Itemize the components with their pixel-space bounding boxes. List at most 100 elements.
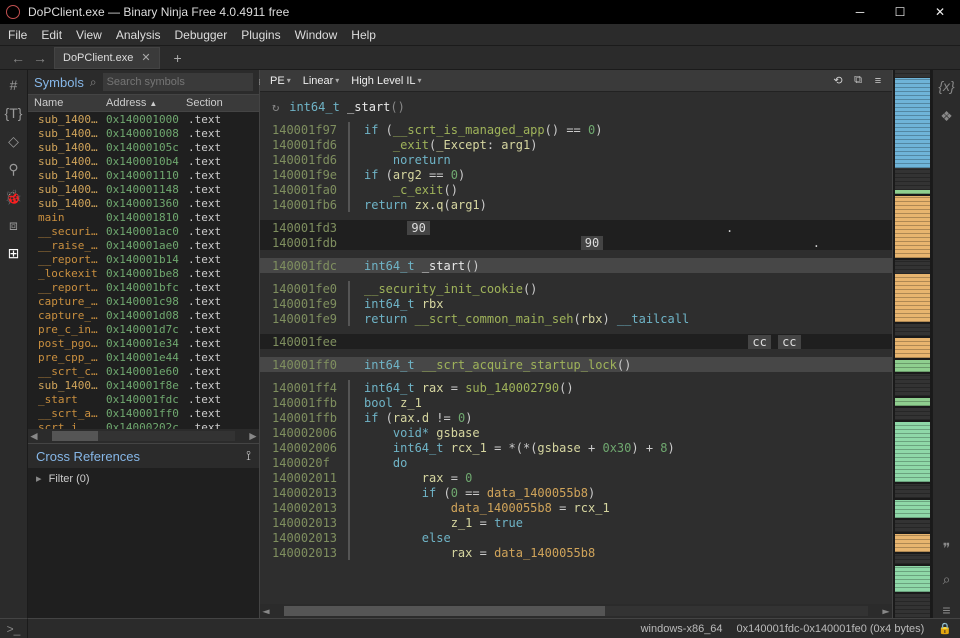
col-name-header[interactable]: Name — [28, 97, 100, 109]
symbol-row[interactable]: _lockexit0x140001be8.text — [28, 266, 259, 280]
symbol-row[interactable]: sub_1400…0x140001000.text — [28, 112, 259, 126]
symbol-row[interactable]: sub_1400…0x14000105c.text — [28, 140, 259, 154]
minimap[interactable] — [892, 70, 932, 618]
menu-window[interactable]: Window — [295, 28, 338, 42]
code-line[interactable]: 140002013 else — [260, 530, 892, 545]
split-icon[interactable]: ⧉ — [850, 74, 866, 87]
xref-filter[interactable]: Filter (0) — [49, 473, 90, 485]
symbol-row[interactable]: main0x140001810.text — [28, 210, 259, 224]
nav-forward-button[interactable]: → — [32, 50, 48, 66]
menu-icon[interactable]: ≡ — [870, 75, 886, 87]
code-line[interactable]: 140002013 data_1400055b8 = rcx_1 — [260, 500, 892, 515]
menu-view[interactable]: View — [76, 28, 102, 42]
quote-icon[interactable]: ❞ — [938, 540, 956, 557]
search-icon: ⌕ — [90, 75, 97, 90]
code-line[interactable]: 140001fb6return zx.q(arg1) — [260, 197, 892, 212]
code-line[interactable]: 140001ffbbool z_1 — [260, 395, 892, 410]
code-line[interactable]: 140001fdcint64_t _start() — [260, 258, 892, 273]
code-line[interactable]: 140002011 rax = 0 — [260, 470, 892, 485]
symbol-row[interactable]: post_pgo…0x140001e34.text — [28, 336, 259, 350]
menu-debugger[interactable]: Debugger — [175, 28, 228, 42]
code-hscroll[interactable]: ◄► — [260, 604, 892, 618]
code-line[interactable]: 140001f9eif (arg2 == 0) — [260, 167, 892, 182]
code-line[interactable]: 140001fee cc cc .. — [260, 334, 892, 349]
symbol-row[interactable]: sub_1400…0x140001360.text — [28, 196, 259, 210]
pin-icon[interactable]: ⟟ — [246, 448, 251, 464]
symbol-row[interactable]: __securi…0x140001ac0.text — [28, 224, 259, 238]
symbol-row[interactable]: scrt i…0x14000202c.text — [28, 420, 259, 429]
link-icon[interactable]: ⟲ — [830, 74, 846, 87]
code-line[interactable]: 140001f97if (__scrt_is_managed_app() == … — [260, 122, 892, 137]
symbol-row[interactable]: capture_…0x140001d08.text — [28, 308, 259, 322]
symbol-row[interactable]: pre_cpp_…0x140001e44.text — [28, 350, 259, 364]
symbols-hscroll[interactable]: ◄► — [28, 429, 259, 443]
code-line[interactable]: 140001ffbif (rax.d != 0) — [260, 410, 892, 425]
code-line[interactable]: 140002013 z_1 = true — [260, 515, 892, 530]
graph-icon[interactable]: ⊞ — [5, 244, 23, 262]
stack-icon[interactable]: ⧈ — [5, 216, 23, 234]
code-line[interactable]: 140001fe9return __scrt_common_main_seh(r… — [260, 311, 892, 326]
code-line[interactable]: 140001fd6 _exit(_Except: arg1) — [260, 137, 892, 152]
maximize-button[interactable]: ☐ — [880, 0, 920, 24]
layers-icon[interactable]: ❖ — [938, 108, 956, 125]
user-icon[interactable]: ⚲ — [5, 160, 23, 178]
code-line[interactable]: 1400020f do — [260, 455, 892, 470]
list-icon[interactable]: ≡ — [938, 602, 956, 618]
symbol-row[interactable]: _start0x140001fdc.text — [28, 392, 259, 406]
code-line[interactable]: 140002006 int64_t rcx_1 = *(*(gsbase + 0… — [260, 440, 892, 455]
symbol-row[interactable]: __raise_…0x140001ae0.text — [28, 238, 259, 252]
console-icon[interactable]: >_ — [7, 622, 21, 636]
menu-plugins[interactable]: Plugins — [241, 28, 280, 42]
reload-icon[interactable]: ↻ — [272, 100, 279, 114]
lock-icon[interactable]: 🔒 — [938, 622, 952, 635]
tag-icon[interactable]: ◇ — [5, 132, 23, 150]
code-line[interactable]: 140002006 void* gsbase — [260, 425, 892, 440]
close-tab-icon[interactable]: ✕ — [141, 51, 150, 64]
code-line[interactable]: 140001fd6 noreturn — [260, 152, 892, 167]
menu-edit[interactable]: Edit — [41, 28, 62, 42]
symbols-title: Symbols — [34, 75, 84, 90]
col-address-header[interactable]: Address ▲ — [100, 97, 180, 109]
code-line[interactable]: 140001ff4int64_t rax = sub_140002790() — [260, 380, 892, 395]
symbol-row[interactable]: sub_1400…0x140001f8e.text — [28, 378, 259, 392]
minimize-button[interactable]: ─ — [840, 0, 880, 24]
menu-help[interactable]: Help — [351, 28, 376, 42]
status-range: 0x140001fdc-0x140001fe0 (0x4 bytes) — [737, 623, 925, 635]
xref-collapse-icon[interactable]: ▸ — [36, 473, 42, 485]
code-line[interactable]: 140001fdb 90 . — [260, 235, 892, 250]
symbol-row[interactable]: __scrt_c…0x140001e60.text — [28, 364, 259, 378]
function-signature: int64_t _start() — [289, 100, 405, 114]
file-tab[interactable]: DoPClient.exe ✕ — [54, 47, 160, 69]
format-dropdown[interactable]: PE▾ — [266, 75, 295, 87]
symbol-row[interactable]: pre_c_in…0x140001d7c.text — [28, 322, 259, 336]
search-right-icon[interactable]: ⌕ — [938, 571, 956, 588]
braces-icon[interactable]: {T} — [5, 104, 23, 122]
menu-file[interactable]: File — [8, 28, 27, 42]
bug-icon[interactable]: 🐞 — [5, 188, 23, 206]
symbol-row[interactable]: __report…0x140001bfc.text — [28, 280, 259, 294]
code-line[interactable]: 140001fa0 _c_exit() — [260, 182, 892, 197]
symbol-row[interactable]: sub_1400…0x140001008.text — [28, 126, 259, 140]
code-line[interactable]: 140002013 if (0 == data_1400055b8) — [260, 485, 892, 500]
code-line[interactable]: 140002013 rax = data_1400055b8 — [260, 545, 892, 560]
new-tab-button[interactable]: + — [166, 50, 190, 66]
symbol-row[interactable]: __report…0x140001b14.text — [28, 252, 259, 266]
symbol-row[interactable]: capture_…0x140001c98.text — [28, 294, 259, 308]
symbol-row[interactable]: __scrt_a…0x140001ff0.text — [28, 406, 259, 420]
code-line[interactable]: 140001ff0int64_t __scrt_acquire_startup_… — [260, 357, 892, 372]
menu-analysis[interactable]: Analysis — [116, 28, 161, 42]
code-line[interactable]: 140001fe9int64_t rbx — [260, 296, 892, 311]
view-dropdown[interactable]: Linear▾ — [299, 75, 344, 87]
symbol-row[interactable]: sub_1400…0x1400010b4.text — [28, 154, 259, 168]
symbol-row[interactable]: sub_1400…0x140001148.text — [28, 182, 259, 196]
symbols-search-input[interactable] — [103, 73, 253, 91]
hash-icon[interactable]: # — [5, 76, 23, 94]
code-line[interactable]: 140001fd3 90 . — [260, 220, 892, 235]
close-button[interactable]: ✕ — [920, 0, 960, 24]
nav-back-button[interactable]: ← — [10, 50, 26, 66]
code-line[interactable]: 140001fe0__security_init_cookie() — [260, 281, 892, 296]
symbol-row[interactable]: sub_1400…0x140001110.text — [28, 168, 259, 182]
col-section-header[interactable]: Section — [180, 97, 259, 109]
il-dropdown[interactable]: High Level IL▾ — [347, 75, 425, 87]
variable-icon[interactable]: {x} — [938, 78, 956, 94]
